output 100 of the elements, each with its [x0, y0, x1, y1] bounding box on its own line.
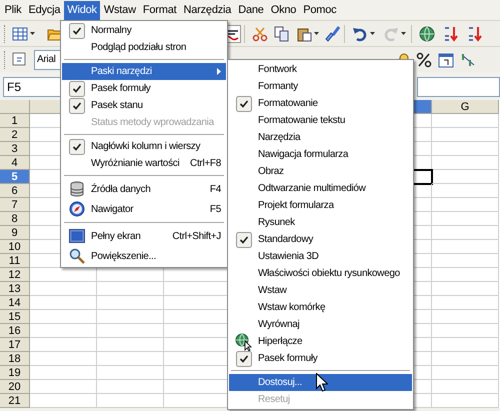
- row-header[interactable]: 5: [0, 170, 30, 184]
- menu-item[interactable]: Hiperłącze: [229, 333, 412, 350]
- menu-bar-item[interactable]: Widok: [64, 0, 100, 20]
- menu-bar-item[interactable]: Edycja: [24, 0, 64, 20]
- row-header[interactable]: 6: [0, 184, 30, 198]
- table-cell[interactable]: [432, 254, 499, 268]
- row-header[interactable]: 20: [0, 380, 30, 394]
- calendar-icon[interactable]: [438, 52, 454, 68]
- menu-item[interactable]: Narzędzia: [229, 129, 412, 146]
- table-cell[interactable]: [97, 352, 164, 366]
- table-cell[interactable]: [432, 184, 499, 198]
- menu-item[interactable]: Podgląd podziału stron: [62, 39, 226, 56]
- table-cell[interactable]: [432, 128, 499, 142]
- table-cell[interactable]: [432, 114, 499, 128]
- menu-item[interactable]: Wyrównaj: [229, 316, 412, 333]
- menu-item[interactable]: Nawigator F5: [62, 199, 226, 219]
- table-cell[interactable]: [97, 282, 164, 296]
- row-header[interactable]: 18: [0, 352, 30, 366]
- row-header[interactable]: 17: [0, 338, 30, 352]
- row-header[interactable]: 4: [0, 156, 30, 170]
- row-header[interactable]: 11: [0, 254, 30, 268]
- table-cell[interactable]: [432, 212, 499, 226]
- dropdown-caret-icon[interactable]: [370, 32, 375, 35]
- row-header[interactable]: 19: [0, 366, 30, 380]
- globe-icon[interactable]: [419, 26, 435, 42]
- sort-descending-icon[interactable]: [467, 26, 483, 42]
- table-cell[interactable]: [30, 394, 97, 408]
- table-cell[interactable]: [432, 226, 499, 240]
- menu-bar-item[interactable]: Narzędzia: [180, 0, 235, 20]
- table-cell[interactable]: [432, 240, 499, 254]
- row-header[interactable]: 16: [0, 324, 30, 338]
- table-cell[interactable]: [30, 324, 97, 338]
- menu-item[interactable]: Nawigacja formularza: [229, 146, 412, 163]
- table-cell[interactable]: [97, 338, 164, 352]
- table-cell[interactable]: [97, 380, 164, 394]
- paintbrush-icon[interactable]: [325, 26, 341, 42]
- menu-item[interactable]: Wyróżnianie wartości Ctrl+F8: [62, 155, 226, 172]
- table-cell[interactable]: [432, 310, 499, 324]
- table-cell[interactable]: [97, 296, 164, 310]
- row-header[interactable]: 12: [0, 268, 30, 282]
- menu-item[interactable]: Pasek formuły: [229, 350, 412, 367]
- undo-icon[interactable]: [352, 26, 368, 42]
- menu-item[interactable]: Właściwości obiektu rysunkowego: [229, 265, 412, 282]
- table-cell[interactable]: [30, 310, 97, 324]
- table-cell[interactable]: [97, 310, 164, 324]
- table-cell[interactable]: [432, 366, 499, 380]
- menu-item[interactable]: Formatowanie: [229, 95, 412, 112]
- row-header[interactable]: 10: [0, 240, 30, 254]
- sort-ascending-icon[interactable]: [443, 26, 459, 42]
- dropdown-caret-icon[interactable]: [314, 32, 319, 35]
- menu-item[interactable]: Ustawienia 3D: [229, 248, 412, 265]
- table-cell[interactable]: [30, 380, 97, 394]
- styles-icon[interactable]: [12, 52, 28, 68]
- table-cell[interactable]: [432, 352, 499, 366]
- row-header[interactable]: 15: [0, 310, 30, 324]
- table-cell[interactable]: [97, 366, 164, 380]
- table-cell[interactable]: [432, 324, 499, 338]
- menu-item[interactable]: Rysunek: [229, 214, 412, 231]
- table-cell[interactable]: [432, 380, 499, 394]
- menu-item[interactable]: Formanty: [229, 78, 412, 95]
- menu-item[interactable]: Obraz: [229, 163, 412, 180]
- row-header[interactable]: 1: [0, 114, 30, 128]
- menu-item[interactable]: Nagłówki kolumn i wierszy: [62, 138, 226, 155]
- table-cell[interactable]: [432, 170, 499, 184]
- scissors-icon[interactable]: [252, 26, 268, 42]
- menu-item[interactable]: Pełny ekran Ctrl+Shift+J: [62, 226, 226, 246]
- table-cell[interactable]: [432, 338, 499, 352]
- menu-item[interactable]: Standardowy: [229, 231, 412, 248]
- table-cell[interactable]: [97, 394, 164, 408]
- table-cell[interactable]: [30, 296, 97, 310]
- menu-bar-item[interactable]: Pomoc: [300, 0, 340, 20]
- table-cell[interactable]: [30, 352, 97, 366]
- dropdown-caret-icon[interactable]: [401, 32, 406, 35]
- menu-item[interactable]: Normalny: [62, 22, 226, 39]
- menu-item[interactable]: Źródła danych F4: [62, 179, 226, 199]
- menu-item[interactable]: Fontwork: [229, 61, 412, 78]
- row-header[interactable]: 8: [0, 212, 30, 226]
- corner-cell[interactable]: [0, 100, 30, 114]
- menu-item[interactable]: Odtwarzanie multimediów: [229, 180, 412, 197]
- row-header[interactable]: 9: [0, 226, 30, 240]
- row-header[interactable]: 7: [0, 198, 30, 212]
- menu-item[interactable]: Pasek stanu: [62, 97, 226, 114]
- menu-item[interactable]: Formatowanie tekstu: [229, 112, 412, 129]
- row-header[interactable]: 13: [0, 282, 30, 296]
- menu-bar-item[interactable]: Dane: [234, 0, 268, 20]
- column-header[interactable]: G: [432, 100, 499, 114]
- table-cell[interactable]: [97, 324, 164, 338]
- paste-icon[interactable]: [296, 26, 312, 42]
- table-cell[interactable]: [432, 156, 499, 170]
- percent-icon[interactable]: [416, 52, 432, 68]
- table-cell[interactable]: [432, 142, 499, 156]
- menu-item[interactable]: Powiększenie...: [62, 246, 226, 266]
- row-header[interactable]: 3: [0, 142, 30, 156]
- table-cell[interactable]: [432, 268, 499, 282]
- dropdown-caret-icon[interactable]: [30, 32, 35, 35]
- table-cell[interactable]: [30, 366, 97, 380]
- table-cell[interactable]: [432, 296, 499, 310]
- menu-bar-item[interactable]: Format: [139, 0, 180, 20]
- menu-item[interactable]: Wstaw komórkę: [229, 299, 412, 316]
- menu-bar-item[interactable]: Plik: [1, 0, 25, 20]
